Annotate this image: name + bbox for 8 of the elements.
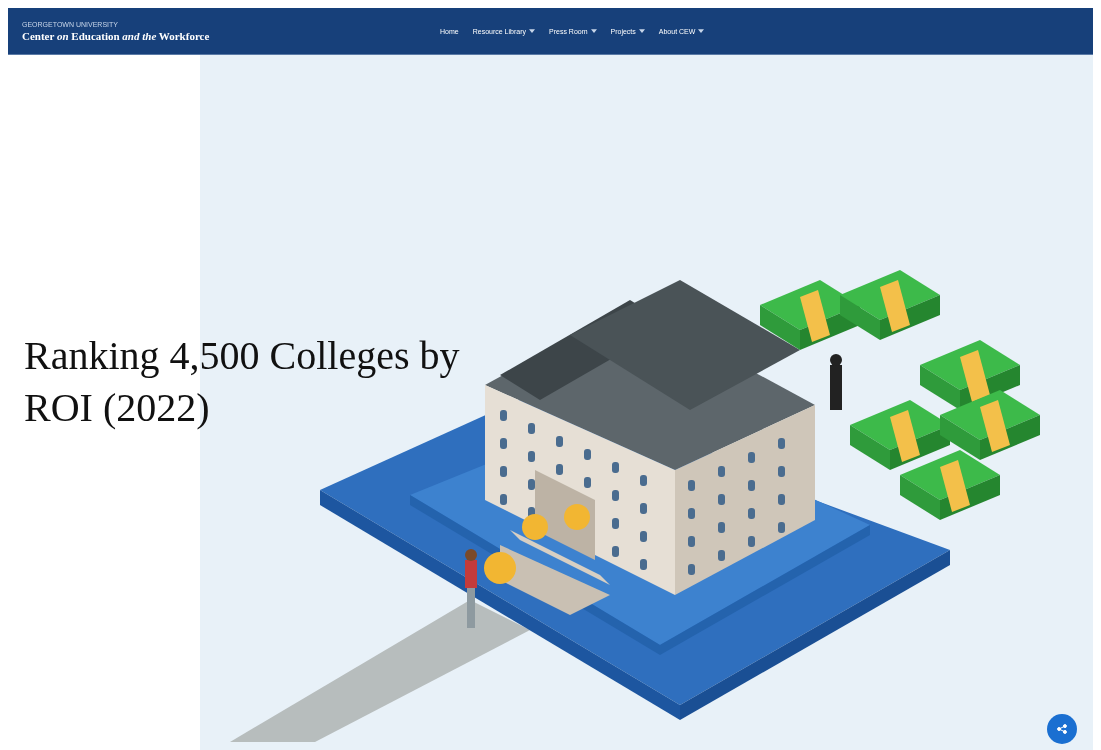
logo-text[interactable]: Center on Education and the Workforce xyxy=(22,29,210,42)
caret-icon xyxy=(698,29,705,33)
caret-icon xyxy=(638,29,645,33)
share-button[interactable] xyxy=(1047,714,1077,744)
hero-title: Ranking 4,500 Colleges by ROI (2022) xyxy=(24,332,461,432)
caret-icon xyxy=(529,29,535,33)
caret-icon xyxy=(590,29,597,33)
share-icon xyxy=(1057,724,1067,734)
